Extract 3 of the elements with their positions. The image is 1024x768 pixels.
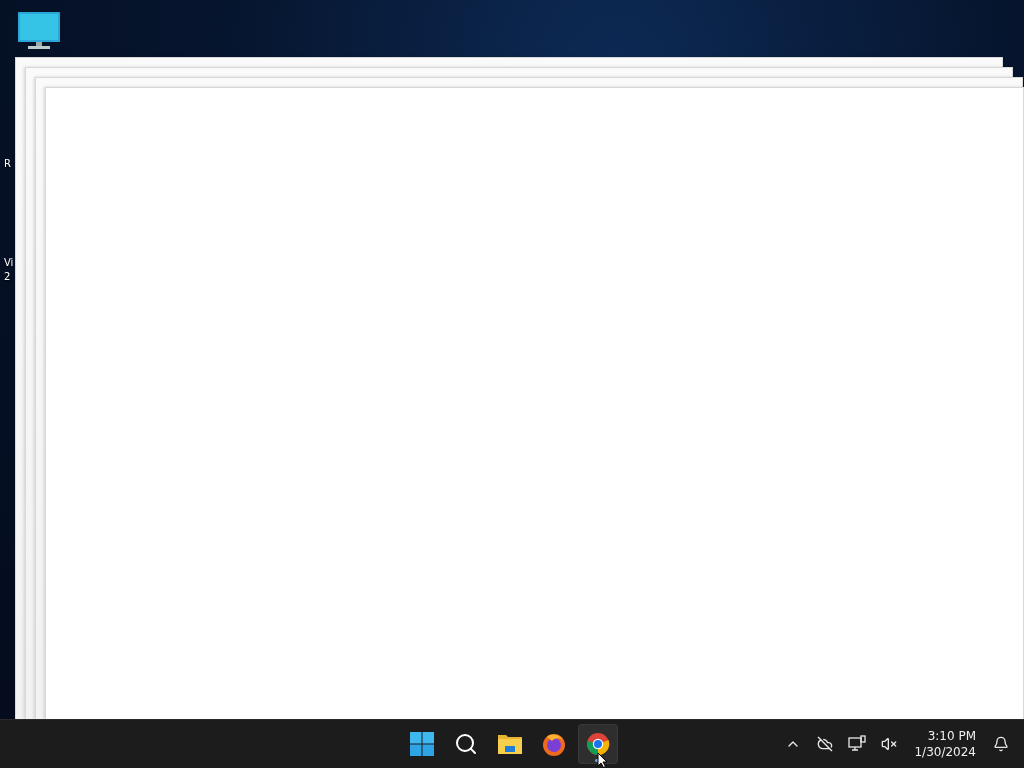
desktop-icon-label: R xyxy=(4,157,11,171)
desktop-icon-label: Vi 2 xyxy=(4,256,14,284)
clock[interactable]: 3:10 PM 1/30/2024 xyxy=(908,728,982,760)
